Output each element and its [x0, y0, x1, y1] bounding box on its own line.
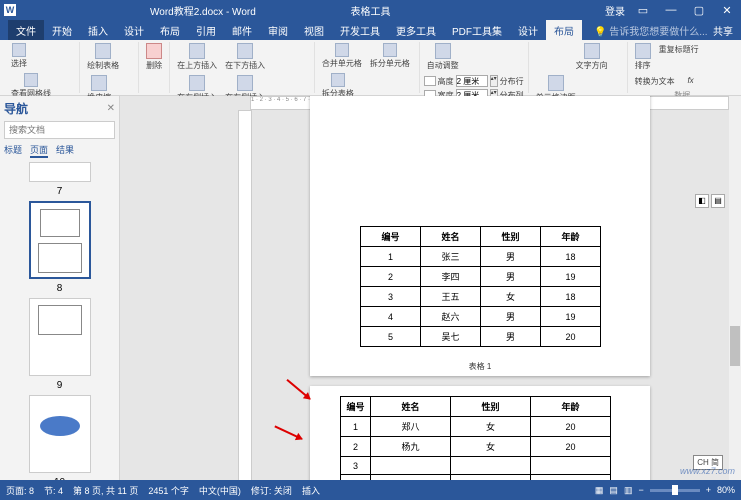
status-language[interactable]: 中文(中国)	[199, 484, 241, 497]
watermark-text: www.xz7.com	[680, 466, 735, 476]
repeat-header-button[interactable]: 重复标题行	[656, 42, 702, 56]
status-word-count[interactable]: 2451 个字	[148, 484, 189, 497]
document-canvas[interactable]: ◧ ▤ 1 · 2 · 3 · 4 · 5 · 6 · 7 · 8 · 9 · …	[120, 96, 741, 500]
nav-close-icon[interactable]: ✕	[107, 103, 115, 114]
nav-search-input[interactable]	[4, 121, 115, 139]
thumb-page-number: 7	[57, 186, 63, 197]
ribbon-group-delete: 删除	[139, 42, 170, 93]
close-button[interactable]: ✕	[717, 4, 737, 17]
tab-file[interactable]: 文件	[8, 20, 44, 40]
zoom-out-button[interactable]: −	[638, 485, 643, 495]
zoom-slider[interactable]	[650, 489, 700, 492]
split-cells-button[interactable]: 拆分单元格	[367, 42, 413, 70]
nav-tab-pages[interactable]: 页面	[30, 143, 48, 158]
document-page: 编号姓名性别年龄 1张三男18 2李四男19 3王五女18 4赵六男19 5吴七…	[310, 96, 650, 376]
tab-developer[interactable]: 开发工具	[332, 20, 388, 40]
ribbon-group-cell-size: 自动调整 高度▴▾分布行 宽度▴▾分布列 单元格大小	[420, 42, 529, 93]
table-row: 2李四男19	[361, 267, 601, 287]
convert-text-button[interactable]: 转换为文本	[632, 74, 678, 88]
annotation-arrow-icon	[274, 425, 302, 439]
formula-button[interactable]: fx	[680, 74, 702, 86]
status-insert-mode[interactable]: 插入	[302, 484, 320, 497]
status-page-of[interactable]: 第 8 页, 共 11 页	[73, 484, 138, 497]
ribbon-group-merge: 合并单元格 拆分单元格 拆分表格 合并	[315, 42, 420, 93]
login-link[interactable]: 登录	[605, 3, 625, 18]
view-web-icon[interactable]: ▥	[624, 485, 633, 496]
annotation-arrow-icon	[286, 379, 310, 400]
maximize-button[interactable]: ▢	[689, 4, 709, 17]
table-row: 1张三男18	[361, 247, 601, 267]
delete-button[interactable]: 删除	[143, 42, 165, 72]
table-row: 3王五女18	[361, 287, 601, 307]
tab-references[interactable]: 引用	[188, 20, 224, 40]
insert-above-button[interactable]: 在上方插入	[174, 42, 220, 72]
autofit-button[interactable]: 自动调整	[424, 42, 462, 72]
tab-mailings[interactable]: 邮件	[224, 20, 260, 40]
select-button[interactable]: 选择	[8, 42, 30, 70]
ribbon-group-data: 排序 重复标题行 转换为文本 fx 数据	[628, 42, 737, 93]
view-print-icon[interactable]: ▤	[609, 485, 618, 496]
insert-below-button[interactable]: 在下方插入	[222, 42, 268, 72]
vertical-ruler[interactable]	[238, 110, 252, 500]
status-section[interactable]: 节: 4	[44, 484, 63, 497]
tab-table-layout[interactable]: 布局	[546, 20, 582, 40]
page-thumbnail[interactable]	[29, 395, 91, 473]
share-button[interactable]: 共享	[713, 23, 733, 38]
nav-title: 导航	[4, 100, 28, 117]
tab-layout[interactable]: 布局	[152, 20, 188, 40]
document-title: Word教程2.docx - Word	[150, 3, 256, 18]
tab-home[interactable]: 开始	[44, 20, 80, 40]
status-bar: 页面: 8 节: 4 第 8 页, 共 11 页 2451 个字 中文(中国) …	[0, 480, 741, 500]
contextual-tab-label: 表格工具	[351, 3, 391, 18]
ribbon-display-icon[interactable]: ▭	[633, 4, 653, 17]
word-app-icon: W	[4, 4, 16, 16]
navigation-pane: 导航 ✕ 标题 页面 结果 7 8 9 10	[0, 96, 120, 500]
status-page[interactable]: 页面: 8	[6, 484, 34, 497]
nav-tab-results[interactable]: 结果	[56, 143, 74, 158]
title-bar: W Word教程2.docx - Word 表格工具 登录 ▭ — ▢ ✕	[0, 0, 741, 20]
tab-more-tools[interactable]: 更多工具	[388, 20, 444, 40]
status-track-changes[interactable]: 修订: 关闭	[251, 484, 292, 497]
tab-view[interactable]: 视图	[296, 20, 332, 40]
ruler-toggle-icon[interactable]: ◧	[695, 194, 709, 208]
draw-table-button[interactable]: 绘制表格	[84, 42, 122, 72]
table-row: 5吴七男20	[361, 327, 601, 347]
thumb-page-number: 9	[57, 380, 63, 391]
zoom-level[interactable]: 80%	[717, 485, 735, 495]
ribbon-group-draw: 绘制表格 橡皮擦 绘图	[80, 42, 139, 93]
table-row: 1郑八女20	[341, 417, 611, 437]
tab-insert[interactable]: 插入	[80, 20, 116, 40]
tell-me-search[interactable]: 💡 告诉我您想要做什么...	[594, 23, 708, 38]
zoom-in-button[interactable]: +	[706, 485, 711, 495]
merge-cells-button[interactable]: 合并单元格	[319, 42, 365, 70]
table-caption: 表格 1	[310, 361, 650, 372]
view-read-icon[interactable]: ▦	[595, 485, 604, 496]
tab-pdf-tools[interactable]: PDF工具集	[444, 20, 510, 40]
ribbon-group-table: 选择 查看网格线 属性 表	[4, 42, 80, 93]
ribbon-group-rows-cols: 在上方插入 在下方插入 在左侧插入 在右侧插入 行和列	[170, 42, 315, 93]
nav-tab-headings[interactable]: 标题	[4, 143, 22, 158]
page-thumbnail[interactable]	[29, 298, 91, 376]
split-view-icon[interactable]: ▤	[711, 194, 725, 208]
page-thumbnail[interactable]	[29, 162, 91, 182]
tab-table-design[interactable]: 设计	[510, 20, 546, 40]
table-row: 3	[341, 457, 611, 475]
menu-bar: 文件 开始 插入 设计 布局 引用 邮件 审阅 视图 开发工具 更多工具 PDF…	[0, 20, 741, 40]
table-row: 2杨九女20	[341, 437, 611, 457]
sort-button[interactable]: 排序	[632, 42, 654, 72]
row-height-spinner[interactable]: 高度▴▾分布行	[424, 75, 524, 87]
minimize-button[interactable]: —	[661, 4, 681, 16]
text-direction-button[interactable]: 文字方向	[573, 42, 611, 72]
tab-review[interactable]: 审阅	[260, 20, 296, 40]
table-row: 4赵六男19	[361, 307, 601, 327]
thumb-page-number: 8	[57, 283, 63, 294]
vertical-scrollbar[interactable]	[729, 96, 741, 500]
ribbon-group-alignment: 文字方向 单元格边距 对齐方式	[529, 42, 628, 93]
content-table-1[interactable]: 编号姓名性别年龄 1张三男18 2李四男19 3王五女18 4赵六男19 5吴七…	[360, 226, 601, 347]
ribbon: 选择 查看网格线 属性 表 绘制表格 橡皮擦 绘图 删除 在上方插入 在下方插入…	[0, 40, 741, 96]
page-thumbnail[interactable]	[29, 201, 91, 279]
tab-design[interactable]: 设计	[116, 20, 152, 40]
